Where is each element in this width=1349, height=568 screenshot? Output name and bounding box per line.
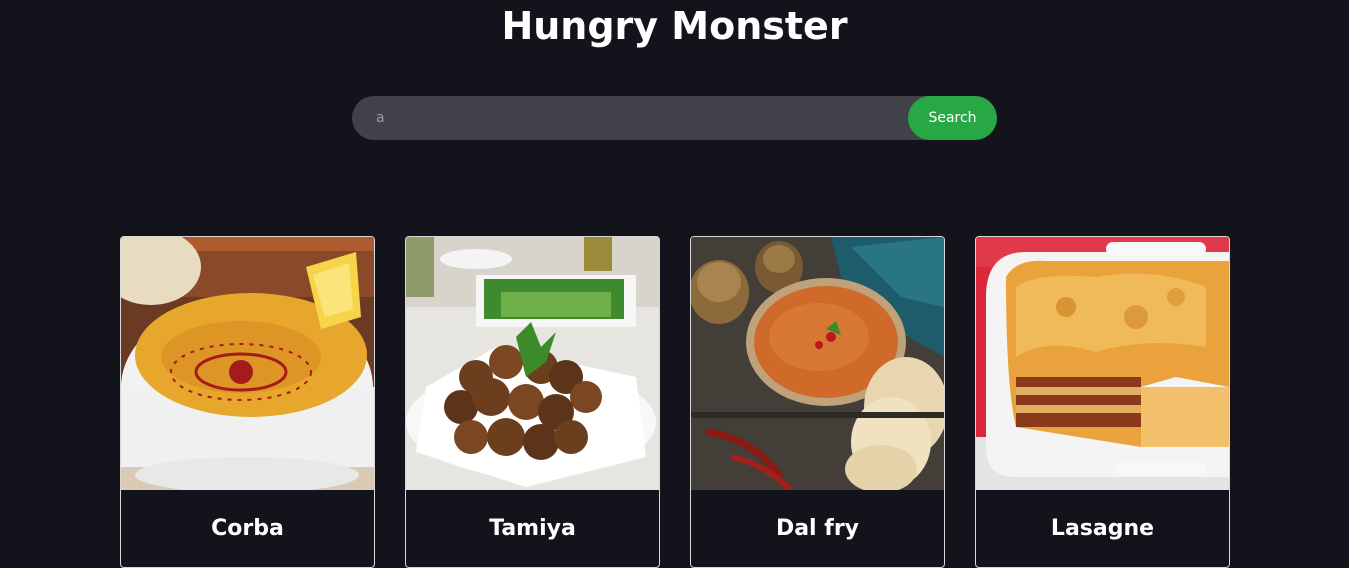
meal-card-dal-fry[interactable]: Dal fry [690, 236, 945, 568]
search-button[interactable]: Search [908, 96, 997, 140]
search-input[interactable] [352, 96, 908, 140]
page: Hungry Monster Search [0, 0, 1349, 568]
meal-image-lasagne[interactable] [976, 237, 1229, 490]
meal-name: Dal fry [775, 516, 860, 541]
meal-image-tamiya[interactable] [406, 237, 659, 490]
meal-card-corba[interactable]: Corba [120, 236, 375, 568]
meal-image-dal-fry[interactable] [691, 237, 944, 490]
page-title: Hungry Monster [501, 4, 848, 48]
meal-card-tamiya[interactable]: Tamiya [405, 236, 660, 568]
meal-name: Tamiya [489, 516, 576, 541]
search-bar: Search [352, 96, 997, 140]
meal-image-corba[interactable] [121, 237, 374, 490]
meal-name: Lasagne [1050, 516, 1155, 541]
meal-card-lasagne[interactable]: Lasagne [975, 236, 1230, 568]
meal-name: Corba [211, 516, 284, 541]
